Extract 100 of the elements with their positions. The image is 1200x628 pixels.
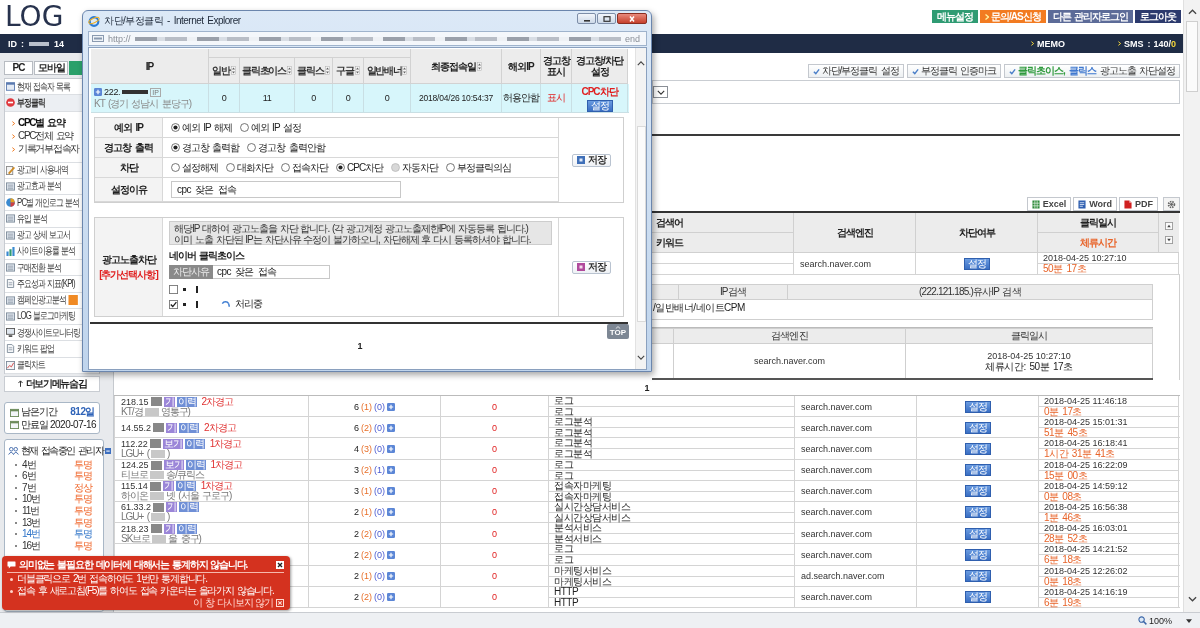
region-text: 울 중구): [168, 533, 201, 544]
radio-option[interactable]: 접속차단: [281, 160, 328, 175]
radio-option[interactable]: 대화차단: [226, 160, 273, 175]
column-header: IP: [91, 49, 209, 84]
scrollbar-thumb[interactable]: [636, 126, 646, 322]
search-engine: search.naver.com: [801, 401, 873, 412]
sort-up-icon[interactable]: [1165, 221, 1173, 230]
column-header[interactable]: 최종접속일: [411, 49, 502, 84]
bullet-icon: [10, 589, 13, 593]
settings-button[interactable]: [1163, 197, 1180, 211]
export-button[interactable]: PDF: [1119, 197, 1158, 211]
document-icon: [6, 344, 15, 354]
caret-down-icon[interactable]: [1186, 618, 1192, 623]
dropdown-field[interactable]: [653, 86, 668, 98]
plus-icon[interactable]: [387, 444, 395, 453]
column-header: 검색어: [652, 213, 794, 233]
toolbar-button[interactable]: 부정클릭 인증마크: [906, 64, 1001, 78]
radio-option[interactable]: 경고창 출력함: [171, 140, 240, 155]
scroll-top-button[interactable]: TOP: [607, 324, 629, 339]
sidebar-tab[interactable]: PC: [4, 61, 33, 75]
plus-icon[interactable]: [387, 487, 395, 496]
radio-button[interactable]: [171, 163, 180, 172]
scrollbar[interactable]: [635, 48, 646, 369]
export-button[interactable]: Excel: [1026, 197, 1072, 211]
zoom-icon[interactable]: [1137, 616, 1147, 625]
chevron-down-icon[interactable]: [1187, 596, 1197, 602]
pie-chart-icon: [6, 198, 15, 208]
plus-icon[interactable]: [387, 572, 395, 580]
click-time: 2018-04-25 15:01:31: [1044, 417, 1128, 428]
reason-field[interactable]: cpc 잦은 접속: [213, 265, 330, 279]
save-button[interactable]: 저장: [571, 153, 611, 167]
plus-icon[interactable]: [387, 423, 395, 432]
radio-button[interactable]: [446, 163, 456, 172]
plus-icon[interactable]: [387, 466, 395, 475]
radio-button[interactable]: [171, 143, 180, 152]
sidebar-tab[interactable]: 모바일: [34, 61, 68, 75]
close-button[interactable]: [276, 561, 284, 569]
radio-option[interactable]: 경고창 출력안함: [247, 140, 325, 155]
header-button[interactable]: 다른 관리자로그인: [1047, 10, 1133, 23]
page-number[interactable]: 1: [644, 382, 650, 393]
block-count: 0: [492, 528, 497, 539]
radio-button[interactable]: [247, 143, 257, 152]
logo[interactable]: LOG: [5, 5, 64, 29]
plus-icon[interactable]: [387, 508, 395, 517]
radio-option[interactable]: CPC차단: [336, 160, 384, 175]
column-header[interactable]: 클릭스: [295, 58, 333, 84]
toolbar-button[interactable]: 클릭초이스, 클릭스 광고노출 차단설정: [1003, 64, 1180, 78]
plus-icon[interactable]: [94, 88, 102, 96]
column-header[interactable]: 일반배너: [364, 58, 411, 84]
plus-icon[interactable]: [387, 593, 395, 602]
zoom-level[interactable]: 100%: [1148, 615, 1172, 626]
save-button[interactable]: 저장: [571, 260, 611, 274]
radio-button[interactable]: [226, 163, 235, 172]
plus-icon[interactable]: [387, 550, 395, 559]
info-text: 이미 노출 차단된 IP는 차단사유 수정이 불가하오니, 차단해제 후 다시 등록하셔야 합니다.: [174, 234, 532, 245]
more-menu-button[interactable]: 더보기메뉴숨김: [4, 375, 100, 392]
export-button[interactable]: Word: [1073, 197, 1117, 211]
sort-down-icon[interactable]: [1165, 235, 1173, 244]
header-button[interactable]: 로그아웃: [1135, 10, 1181, 23]
search-engine: search.naver.com: [801, 486, 873, 497]
chevron-down-icon[interactable]: [637, 355, 645, 360]
click-time: 2018-04-25 16:03:01: [1044, 523, 1128, 534]
visit-count: 2: [354, 507, 359, 518]
subscription-value: 812일: [70, 405, 95, 419]
calendar-icon: [10, 407, 19, 417]
maximize-button[interactable]: [597, 13, 616, 24]
column-header[interactable]: 구글: [333, 58, 364, 84]
checkbox[interactable]: [169, 299, 178, 309]
toolbar-button[interactable]: 차단/부정클릭 설정: [807, 64, 904, 78]
minus-icon[interactable]: [104, 447, 111, 454]
radio-option[interactable]: 부정클릭의심: [446, 160, 512, 175]
dismiss-button[interactable]: 이 창 다시보지 않기: [193, 597, 284, 608]
search-engine: search.naver.com: [801, 592, 873, 603]
similar-ip-search[interactable]: (222.121.185.)유사IP 검색: [788, 284, 1153, 300]
sms-count: 140/: [1153, 38, 1171, 49]
page-number[interactable]: 1: [357, 341, 363, 351]
minimize-button[interactable]: [577, 13, 596, 24]
radio-button[interactable]: [171, 123, 180, 132]
memo-link[interactable]: MEMO: [1036, 38, 1065, 49]
subscription-label: 남은기간: [21, 405, 57, 419]
chevron-up-icon[interactable]: [1187, 9, 1197, 15]
column-header[interactable]: 클릭초이스: [240, 58, 295, 84]
plus-icon[interactable]: [387, 529, 395, 538]
checkbox[interactable]: [169, 284, 178, 294]
radio-option[interactable]: 설정해제: [171, 160, 218, 175]
radio-button[interactable]: [239, 123, 249, 132]
column-header[interactable]: 일반: [209, 58, 240, 84]
plus-icon[interactable]: [387, 402, 395, 411]
scrollbar[interactable]: [1183, 0, 1200, 612]
close-button[interactable]: [617, 13, 647, 24]
radio-button[interactable]: [336, 163, 345, 172]
text-field[interactable]: cpc 잦은 접속: [171, 181, 401, 198]
radio-option[interactable]: 예외 IP 설정: [239, 120, 301, 135]
region-text: ): [167, 512, 170, 523]
radio-option[interactable]: 예외 IP 해제: [171, 120, 232, 135]
visit-count: 2: [354, 528, 359, 539]
radio-button[interactable]: [281, 163, 290, 172]
scrollbar-thumb[interactable]: [1186, 21, 1198, 92]
chevron-up-icon[interactable]: [637, 61, 645, 66]
click-time: 2018-04-25 10:27:10: [1043, 253, 1127, 263]
